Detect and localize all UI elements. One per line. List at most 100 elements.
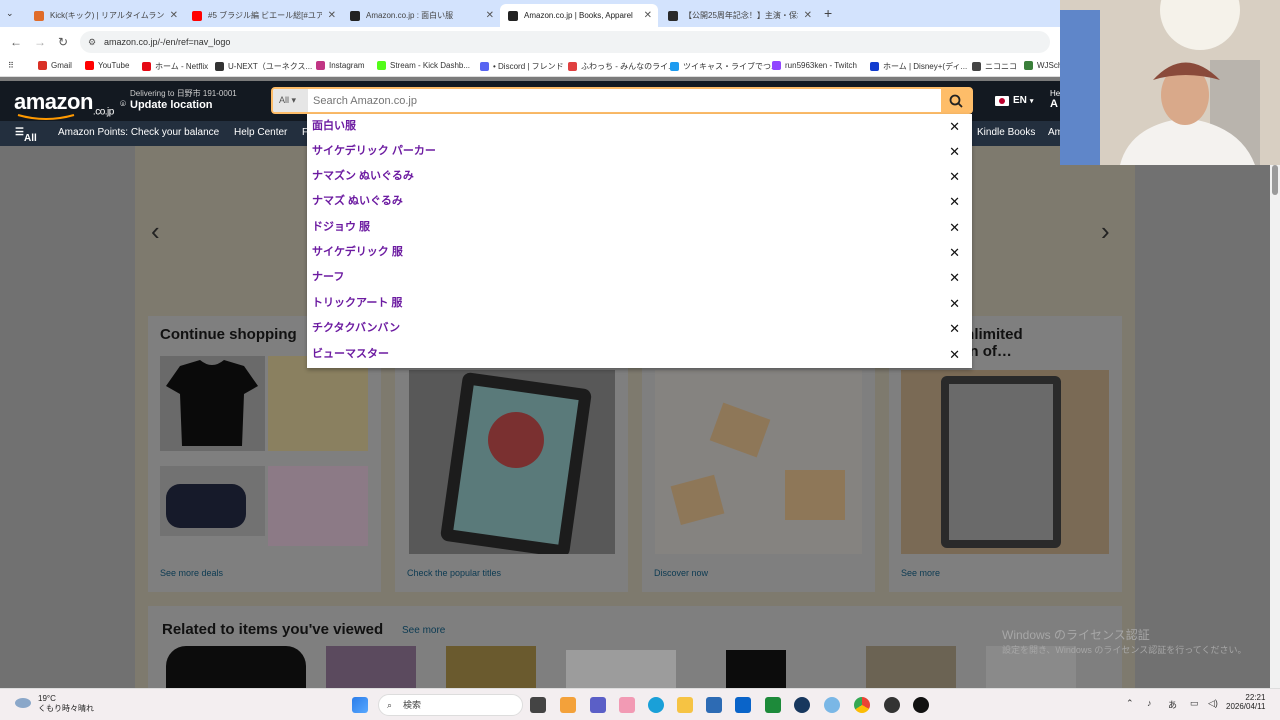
bookmark-twitcasting[interactable]: ツイキャス・ライブでつ...	[670, 61, 778, 72]
see-more-link[interactable]: See more	[402, 625, 445, 636]
close-icon[interactable]: ✕	[804, 10, 812, 21]
scrollbar-thumb[interactable]	[1272, 165, 1278, 195]
media-icon[interactable]	[913, 697, 929, 713]
all-menu-button[interactable]: ☰ All	[15, 127, 37, 144]
bookmark-disney[interactable]: ホーム | Disney+(ディ...	[870, 61, 967, 72]
suggestion-item[interactable]: ナマズン ぬいぐるみ ✕	[307, 164, 972, 189]
bookmark-fuwacchi[interactable]: ふわっち - みんなのライ...	[568, 61, 675, 72]
remove-suggestion-close-icon[interactable]: ✕	[949, 189, 960, 214]
tab-youtube[interactable]: #5 ブラジル編 ビエール総[#ユアノ ✕	[184, 4, 342, 27]
nav-help-center[interactable]: Help Center	[234, 127, 287, 138]
xbox-icon[interactable]	[765, 697, 781, 713]
system-tray-chevron-icon[interactable]: ⌃	[1126, 698, 1134, 709]
language-selector[interactable]: EN ▾	[995, 95, 1033, 106]
card-link[interactable]: See more	[901, 568, 940, 578]
product-image[interactable]	[326, 646, 416, 688]
boxes-image[interactable]	[655, 370, 862, 554]
site-info-icon[interactable]: ⚙	[88, 31, 96, 53]
product-image[interactable]	[866, 646, 956, 688]
tab-amazon-search[interactable]: Amazon.co.jp : 面白い服 ✕	[342, 4, 500, 27]
url-field[interactable]: ⚙ amazon.co.jp/-/en/ref=nav_logo	[80, 31, 1050, 53]
bookmark-gmail[interactable]: Gmail	[38, 61, 72, 70]
card-link[interactable]: See more deals	[160, 568, 223, 578]
toy-box-image[interactable]	[268, 466, 368, 546]
remove-suggestion-close-icon[interactable]: ✕	[949, 139, 960, 164]
weather-widget[interactable]: 19°C くもり時々晴れ	[14, 694, 94, 714]
teams-icon[interactable]	[590, 697, 606, 713]
bookmark-netflix[interactable]: ホーム - Netflix	[142, 61, 208, 72]
volume-icon[interactable]: ◁)	[1208, 698, 1218, 709]
remove-suggestion-close-icon[interactable]: ✕	[949, 265, 960, 290]
apps-icon[interactable]: ⠿	[8, 61, 14, 70]
carousel-prev-icon[interactable]: ‹	[151, 216, 160, 247]
suggestion-item[interactable]: トリックアート 服 ✕	[307, 291, 972, 316]
card-link[interactable]: Discover now	[654, 568, 708, 578]
edge-icon[interactable]	[648, 697, 664, 713]
close-icon[interactable]: ✕	[328, 10, 336, 21]
suggestion-item[interactable]: ドジョウ 服 ✕	[307, 215, 972, 240]
remove-suggestion-close-icon[interactable]: ✕	[949, 164, 960, 189]
windows-start-icon[interactable]	[352, 697, 368, 713]
taskbar-search[interactable]: ⌕ 検索	[378, 694, 523, 716]
bookmark-twitch[interactable]: run5963ken - Twitch	[772, 61, 857, 70]
suggestion-item[interactable]: サイケデリック パーカー ✕	[307, 139, 972, 164]
tab-anniversary[interactable]: 【公開25周年記念！】主演・保坂 ✕	[660, 4, 818, 27]
bookmark-youtube[interactable]: YouTube	[85, 61, 129, 70]
ime-icon[interactable]: あ	[1168, 698, 1177, 711]
close-icon[interactable]: ✕	[644, 10, 652, 21]
suggestion-item[interactable]: ビューマスター ✕	[307, 342, 972, 367]
kindle-image[interactable]	[901, 370, 1109, 554]
remove-suggestion-close-icon[interactable]: ✕	[949, 316, 960, 341]
product-image[interactable]	[566, 650, 676, 688]
taskbar-clock[interactable]: 22:21 2026/04/11	[1226, 693, 1265, 711]
carousel-next-icon[interactable]: ›	[1101, 216, 1110, 247]
bookmark-wjs[interactable]: WJSch	[1024, 61, 1062, 70]
tab-amazon-home[interactable]: Amazon.co.jp | Books, Apparel ✕	[500, 4, 658, 27]
amazon-logo[interactable]: amazon.co.jp	[14, 89, 114, 120]
forward-icon[interactable]: →	[34, 35, 46, 49]
close-icon[interactable]: ✕	[486, 10, 494, 21]
tshirt-image[interactable]	[160, 356, 265, 451]
delivery-location[interactable]: Delivering to 日野市 191-0001 Update locati…	[122, 88, 237, 111]
network-icon[interactable]: ▭	[1190, 698, 1199, 709]
app-icon[interactable]	[619, 697, 635, 713]
suggestion-item[interactable]: サイケデリック 服 ✕	[307, 240, 972, 265]
suggestion-item[interactable]: ナマズ ぬいぐるみ ✕	[307, 189, 972, 214]
steam-icon[interactable]	[794, 697, 810, 713]
remove-suggestion-close-icon[interactable]: ✕	[949, 342, 960, 367]
suggestion-item[interactable]: ナーフ ✕	[307, 265, 972, 290]
copilot-icon[interactable]	[560, 697, 576, 713]
remove-suggestion-close-icon[interactable]: ✕	[949, 114, 960, 139]
bookmark-discord[interactable]: • Discord | フレンド	[480, 61, 564, 72]
new-tab-icon[interactable]: +	[824, 5, 832, 21]
search-input[interactable]	[308, 89, 943, 112]
search-button[interactable]	[941, 89, 971, 112]
task-view-icon[interactable]	[530, 697, 546, 713]
page-scrollbar[interactable]	[1270, 165, 1280, 688]
app-icon[interactable]	[824, 697, 840, 713]
account-menu[interactable]: He A	[1050, 89, 1060, 110]
product-image[interactable]	[726, 650, 786, 688]
bookmark-unext[interactable]: U-NEXT（ユーネクス...	[215, 61, 312, 72]
tab-kick[interactable]: Kick(キック) | リアルタイムランキング ✕	[26, 4, 184, 27]
product-image[interactable]	[166, 646, 306, 688]
remove-suggestion-close-icon[interactable]: ✕	[949, 240, 960, 265]
bookmark-niconico[interactable]: ニコニコ	[972, 61, 1017, 72]
store-icon[interactable]	[706, 697, 722, 713]
remove-suggestion-close-icon[interactable]: ✕	[949, 215, 960, 240]
back-icon[interactable]: ←	[10, 35, 22, 49]
suggestion-item[interactable]: 面白い服 ✕	[307, 114, 972, 139]
file-explorer-icon[interactable]	[677, 697, 693, 713]
pouch-image[interactable]	[160, 466, 265, 536]
outlook-icon[interactable]	[735, 697, 751, 713]
search-category-select[interactable]: All ▾	[273, 89, 308, 112]
reload-icon[interactable]: ↻	[58, 35, 68, 49]
tab-list-icon[interactable]: ⌄	[6, 8, 14, 19]
toy-image[interactable]	[268, 356, 368, 451]
remove-suggestion-close-icon[interactable]: ✕	[949, 291, 960, 316]
tablet-image[interactable]	[409, 370, 615, 558]
bookmark-instagram[interactable]: Instagram	[316, 61, 365, 70]
chrome-icon[interactable]	[854, 697, 870, 713]
bookmark-kick[interactable]: Stream - Kick Dashb...	[377, 61, 470, 70]
nav-amazon-points[interactable]: Amazon Points: Check your balance	[58, 127, 219, 138]
